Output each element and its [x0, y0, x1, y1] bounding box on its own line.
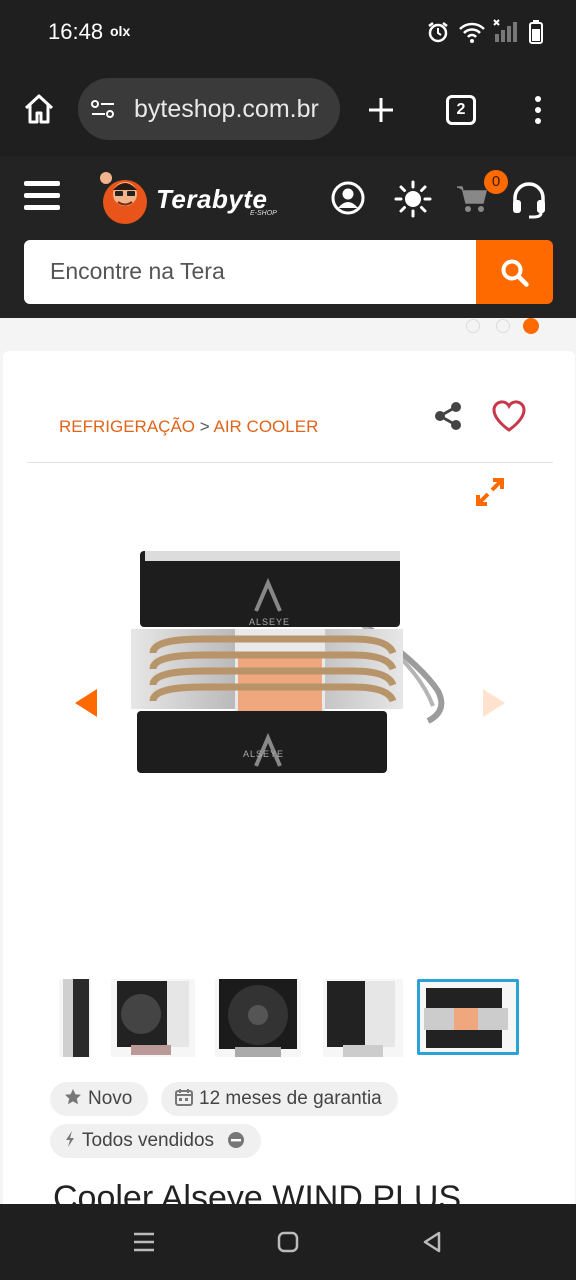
alarm-icon [428, 22, 448, 43]
user-icon[interactable] [330, 180, 366, 216]
new-tab-icon[interactable] [366, 95, 396, 125]
product-image[interactable]: ALSEYE ALSEYE [123, 541, 453, 781]
bolt-icon [66, 1131, 74, 1147]
cart-count-badge: 0 [484, 170, 508, 194]
theme-icon[interactable] [394, 180, 432, 218]
condition-text: Novo [88, 1088, 133, 1109]
search-button[interactable] [476, 240, 553, 304]
recent-apps-icon[interactable] [132, 1230, 156, 1254]
favorite-icon[interactable] [491, 399, 527, 433]
wifi-icon [459, 22, 485, 43]
share-icon[interactable] [433, 401, 463, 431]
more-icon[interactable] [530, 94, 546, 126]
status-time: 16:48 [48, 19, 104, 44]
thumbnail[interactable] [111, 979, 195, 1057]
support-icon[interactable] [510, 180, 548, 220]
carousel-dot[interactable] [466, 319, 480, 333]
thumbnail[interactable] [323, 979, 403, 1057]
search-icon [501, 259, 529, 287]
stock-chip: Todos vendidos [50, 1124, 262, 1158]
thumbnail[interactable] [59, 979, 91, 1057]
home-nav-icon[interactable] [276, 1230, 300, 1254]
thumbnail[interactable] [215, 979, 301, 1057]
expand-icon[interactable] [475, 477, 505, 507]
search-field[interactable]: Encontre na Tera [24, 240, 476, 304]
menu-icon[interactable] [22, 178, 62, 214]
warranty-chip: 12 meses de garantia [161, 1082, 398, 1116]
battery-icon [529, 20, 543, 44]
url-text[interactable]: byteshop.com.br [134, 95, 319, 124]
browser-toolbar: byteshop.com.br 2 [0, 62, 576, 156]
warranty-text: 12 meses de garantia [199, 1088, 382, 1109]
arrow-left-icon[interactable] [71, 685, 101, 721]
carousel-dot-active[interactable] [523, 318, 539, 334]
logo-mascot-icon[interactable] [98, 170, 152, 226]
home-icon[interactable] [22, 92, 56, 126]
back-icon[interactable] [420, 1230, 444, 1254]
brand-label: ALSEYE [249, 617, 291, 627]
calendar-icon [175, 1089, 193, 1106]
site-header: Terabyte E-SHOP 0 Encontre na Tera [0, 156, 576, 318]
search-input[interactable]: Encontre na Tera [50, 258, 225, 285]
carousel-dot[interactable] [496, 319, 510, 333]
logo-subtitle: E-SHOP [250, 210, 277, 217]
condition-chip: Novo [50, 1082, 149, 1116]
breadcrumb-subcategory[interactable]: AIR COOLER [214, 417, 319, 436]
tabs-button[interactable]: 2 [446, 95, 476, 125]
olx-notification-icon: olx [110, 23, 131, 39]
divider [27, 462, 553, 463]
breadcrumb-separator: > [199, 417, 210, 436]
page-content: REFRIGERAÇÃO > AIR COOLER ALSEYE ALSEYE … [0, 318, 576, 1231]
breadcrumb-category[interactable]: REFRIGERAÇÃO [59, 417, 195, 436]
status-bar: 16:48 olx [0, 0, 576, 62]
breadcrumb: REFRIGERAÇÃO > AIR COOLER [59, 417, 318, 437]
system-nav-bar [0, 1204, 576, 1280]
stock-text: Todos vendidos [82, 1130, 215, 1151]
address-bar[interactable]: byteshop.com.br [78, 78, 340, 140]
arrow-right-icon[interactable] [479, 685, 509, 721]
signal-icon [493, 19, 517, 42]
site-settings-icon[interactable] [90, 98, 116, 120]
minus-circle-icon [228, 1132, 245, 1148]
brand-label: ALSEYE [243, 749, 285, 759]
thumbnail-active[interactable] [417, 979, 519, 1055]
star-icon [65, 1089, 81, 1105]
cart-icon[interactable] [456, 184, 488, 214]
product-card: REFRIGERAÇÃO > AIR COOLER ALSEYE ALSEYE … [3, 351, 575, 1231]
